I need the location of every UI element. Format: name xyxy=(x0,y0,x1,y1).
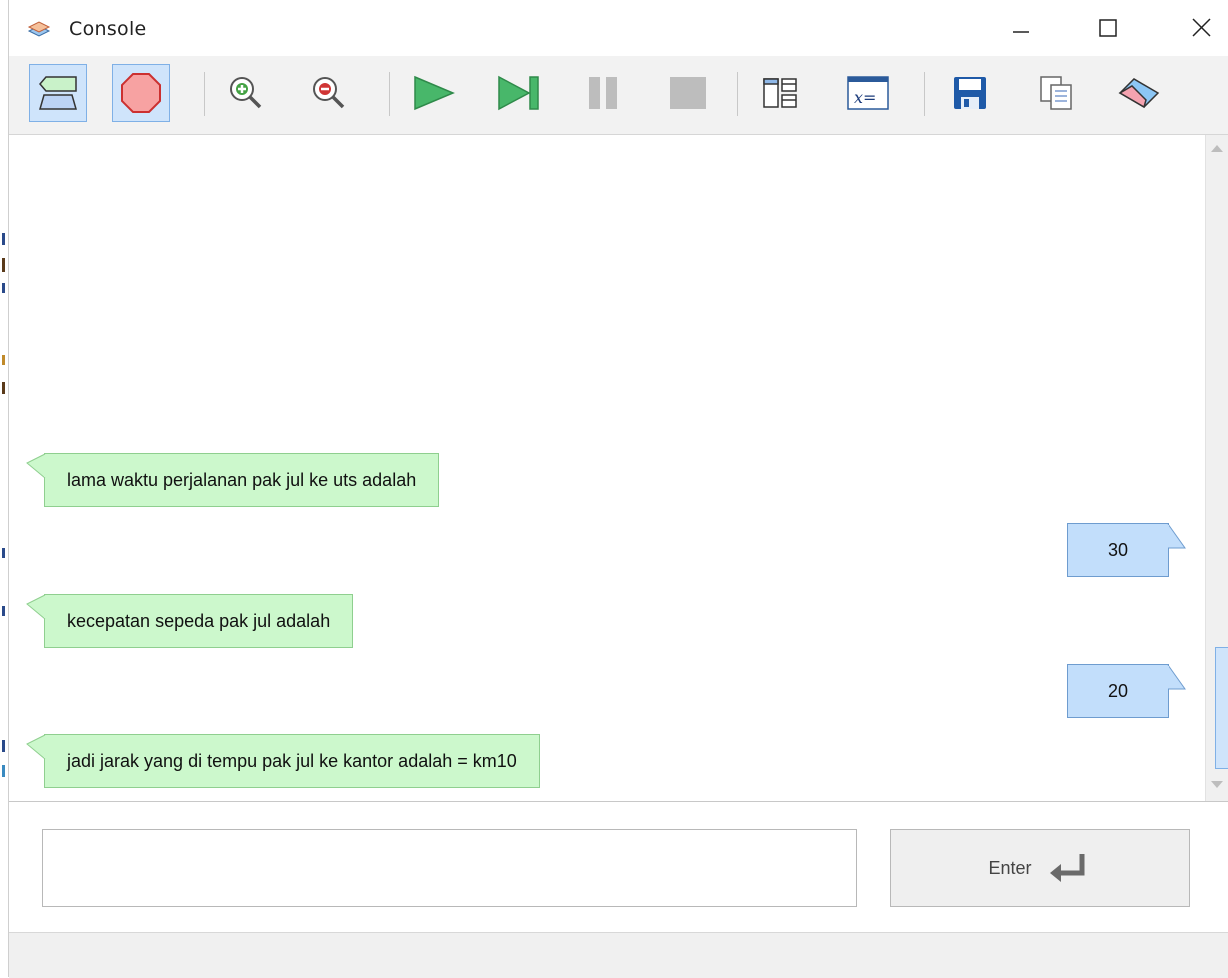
output-message: jadi jarak yang di tempu pak jul ke kant… xyxy=(44,734,540,788)
message-text: kecepatan sepeda pak jul adalah xyxy=(67,610,331,631)
run-button[interactable] xyxy=(404,64,462,122)
stop-sign-button[interactable] xyxy=(112,64,170,122)
enter-button[interactable]: Enter xyxy=(890,829,1190,907)
output-message: lama waktu perjalanan pak jul ke uts ada… xyxy=(44,453,440,507)
message-text: jadi jarak yang di tempu pak jul ke kant… xyxy=(67,750,517,771)
zoom-in-button[interactable] xyxy=(217,64,275,122)
svg-text:x=: x= xyxy=(854,88,876,107)
enter-return-icon xyxy=(1049,854,1085,882)
flowchart-icon xyxy=(39,76,77,110)
title-bar: Console xyxy=(9,0,1228,56)
variables-button[interactable]: x= xyxy=(839,64,897,122)
zoom-out-button[interactable] xyxy=(300,64,358,122)
copy-button[interactable] xyxy=(1027,64,1085,122)
input-message: 20 xyxy=(1067,664,1169,718)
input-bubble-tail xyxy=(1167,664,1186,690)
output-bubble-tail xyxy=(26,453,46,479)
output-bubble-tail xyxy=(26,734,46,760)
eraser-icon xyxy=(1118,78,1160,109)
enter-button-label: Enter xyxy=(988,857,1032,878)
layout-button[interactable] xyxy=(751,64,809,122)
window-title: Console xyxy=(69,18,147,40)
console-output-area: lama waktu perjalanan pak jul ke uts ada… xyxy=(9,135,1228,801)
maximize-icon xyxy=(1099,19,1117,37)
message-text: lama waktu perjalanan pak jul ke uts ada… xyxy=(67,469,417,490)
copy-pages-icon xyxy=(1040,76,1072,110)
input-bubble-tail xyxy=(1167,523,1186,549)
variable-assign-icon: x= xyxy=(847,76,889,110)
step-button[interactable] xyxy=(489,64,547,122)
stop-octagon-icon xyxy=(121,73,161,113)
play-icon xyxy=(414,75,455,111)
minimize-icon xyxy=(1013,31,1029,33)
pause-button[interactable] xyxy=(574,64,632,122)
scrollbar-thumb[interactable] xyxy=(1215,647,1228,769)
step-forward-icon xyxy=(498,75,539,111)
zoom-out-icon xyxy=(313,77,345,109)
layout-panels-icon xyxy=(763,78,797,108)
zoom-in-icon xyxy=(230,77,262,109)
left-window-edge xyxy=(0,0,9,977)
scroll-up-arrow-icon[interactable] xyxy=(1210,143,1224,153)
stacked-layers-icon xyxy=(27,21,51,37)
toolbar: x= xyxy=(9,56,1228,135)
input-message: 30 xyxy=(1067,523,1169,577)
status-bar xyxy=(9,932,1228,978)
console-input[interactable] xyxy=(42,829,857,907)
scroll-down-arrow-icon[interactable] xyxy=(1210,780,1224,790)
stop-square-icon xyxy=(670,77,706,109)
vertical-scrollbar[interactable] xyxy=(1205,135,1228,801)
flowchart-mode-button[interactable] xyxy=(29,64,87,122)
save-button[interactable] xyxy=(941,64,999,122)
input-bar: Enter xyxy=(9,802,1228,932)
message-text: 30 xyxy=(1107,539,1129,560)
message-text: 20 xyxy=(1107,680,1129,701)
floppy-disk-icon xyxy=(954,77,986,109)
stop-button[interactable] xyxy=(659,64,717,122)
close-button[interactable] xyxy=(1179,8,1225,50)
pause-icon xyxy=(589,77,617,109)
output-bubble-tail xyxy=(26,594,46,620)
clear-button[interactable] xyxy=(1110,64,1168,122)
maximize-button[interactable] xyxy=(1085,8,1131,50)
close-icon xyxy=(1192,18,1211,37)
output-message: kecepatan sepeda pak jul adalah xyxy=(44,594,354,648)
minimize-button[interactable] xyxy=(998,8,1044,50)
